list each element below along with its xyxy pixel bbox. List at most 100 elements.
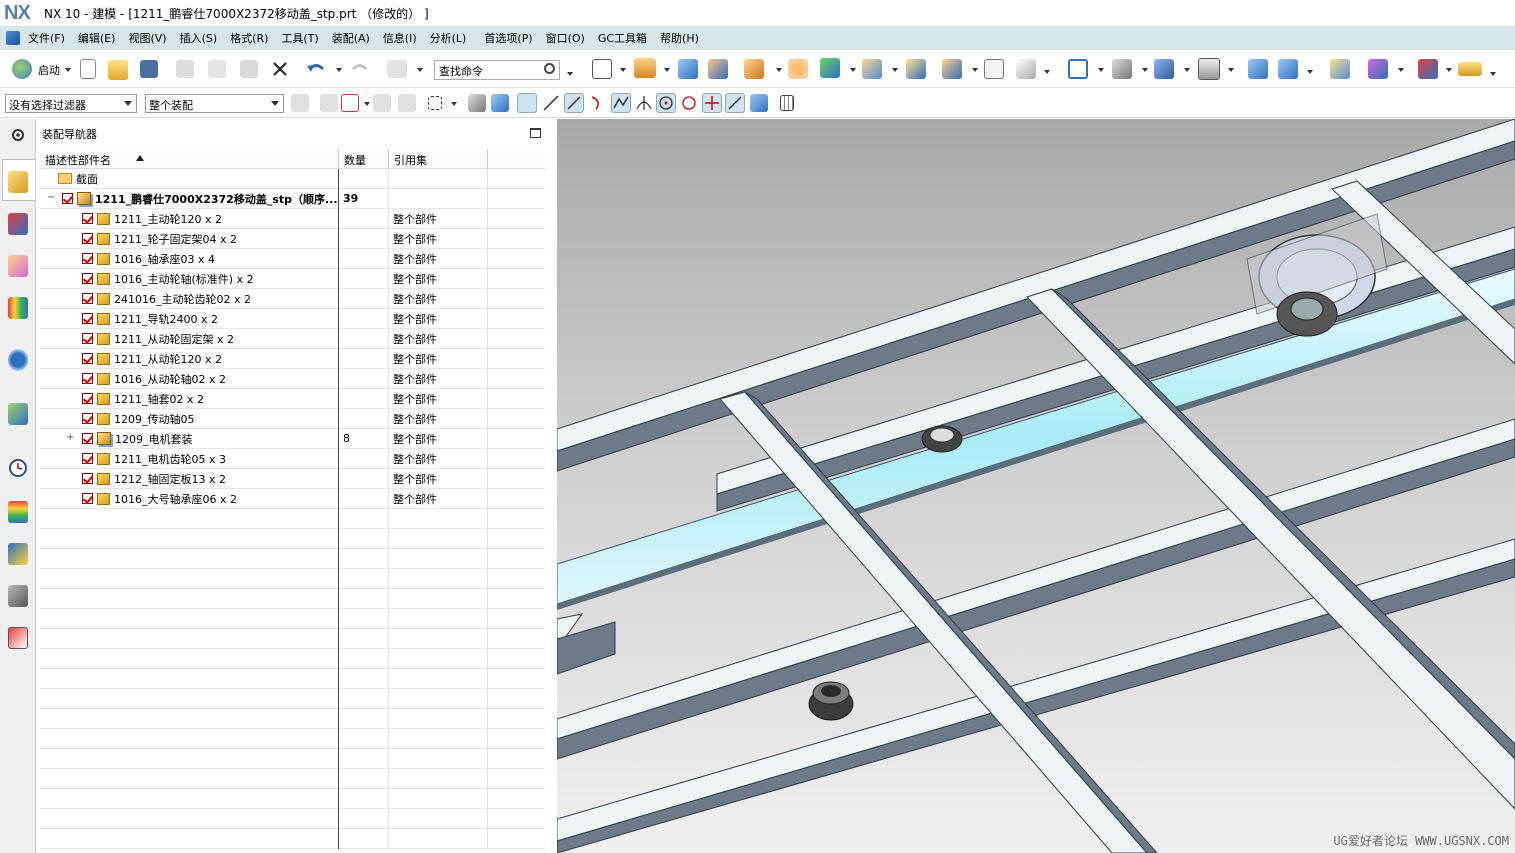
start-dropdown-arrow[interactable] [65, 68, 71, 72]
offset-face-icon[interactable] [906, 59, 926, 79]
visibility-checkbox[interactable] [82, 273, 93, 284]
sync-modeling-dropdown-arrow[interactable] [892, 68, 898, 72]
tree-row[interactable]: 1211_主动轮120 x 2 整个部件 [40, 208, 545, 229]
app-menu-icon[interactable] [6, 31, 20, 45]
tree-row[interactable]: 1211_轴套02 x 2 整个部件 [40, 388, 545, 409]
visibility-checkbox[interactable] [62, 193, 73, 204]
column-header-reference-set[interactable]: 引用集 [389, 149, 488, 168]
draft-icon[interactable] [1016, 59, 1036, 79]
tree-row[interactable]: 1211_轮子固定架04 x 2 整个部件 [40, 228, 545, 249]
menu-help[interactable]: 帮助(H) [660, 30, 699, 46]
pattern-dropdown-arrow[interactable] [776, 68, 782, 72]
snap-point-on-face-icon[interactable] [750, 94, 768, 112]
undo-dropdown-arrow[interactable] [336, 68, 342, 72]
boolean-dropdown-arrow[interactable] [850, 68, 856, 72]
part-navigator-icon[interactable] [8, 255, 28, 277]
menu-assembly[interactable]: 装配(A) [332, 30, 370, 46]
repeat-dropdown-arrow[interactable] [417, 68, 423, 72]
menu-information[interactable]: 信息(I) [383, 30, 417, 46]
undo-icon[interactable] [306, 60, 326, 78]
maximize-panel-button[interactable] [530, 128, 541, 138]
open-folder-icon[interactable] [108, 60, 128, 80]
visibility-checkbox[interactable] [82, 373, 93, 384]
tree-row[interactable]: +1209_电机套装 8 整个部件 [40, 428, 545, 449]
command-finder-dropdown-arrow[interactable] [567, 72, 573, 76]
paste-icon[interactable] [240, 60, 258, 78]
pattern-geometry-icon[interactable] [788, 59, 808, 79]
pattern-feature-icon[interactable] [744, 59, 764, 79]
start-icon[interactable] [12, 59, 32, 79]
component-filter-icon[interactable] [491, 94, 509, 112]
repeat-command-icon[interactable] [387, 60, 407, 78]
sync-modeling-icon[interactable] [862, 59, 882, 79]
wcs-icon[interactable] [1418, 59, 1438, 79]
role-icon[interactable] [8, 627, 28, 649]
model-view-3d[interactable] [557, 119, 1515, 853]
save-icon[interactable] [140, 60, 158, 78]
sketch-icon[interactable] [592, 59, 612, 79]
delete-icon[interactable] [271, 60, 289, 78]
background-dropdown-arrow[interactable] [1228, 68, 1234, 72]
graphics-window[interactable]: UG爱好者论坛 WWW.UGSNX.COM [557, 119, 1515, 853]
tree-row[interactable]: 1016_主动轮轴(标准件) x 2 整个部件 [40, 268, 545, 289]
render-style-dropdown-arrow[interactable] [1142, 68, 1148, 72]
settings-gear-icon[interactable] [8, 125, 28, 147]
menu-format[interactable]: 格式(R) [230, 30, 268, 46]
visibility-checkbox[interactable] [82, 313, 93, 324]
tree-row[interactable]: − 1211_鹏睿仕7000X2372移动盖_stp（顺序... 39 [40, 188, 545, 209]
orient-view-dropdown-arrow[interactable] [1184, 68, 1190, 72]
visibility-checkbox[interactable] [82, 393, 93, 404]
visibility-checkbox[interactable] [82, 453, 93, 464]
column-header-part-name[interactable]: 描述性部件名 [40, 149, 339, 168]
tree-row[interactable]: 1016_轴承座03 x 4 整个部件 [40, 248, 545, 269]
measure-icon[interactable] [1330, 59, 1350, 79]
snap-existing-point-icon[interactable] [702, 93, 722, 113]
background-icon[interactable] [1198, 58, 1220, 80]
orient-view-icon[interactable] [1154, 59, 1174, 79]
snap-midpoint-icon[interactable] [564, 93, 584, 113]
menu-file[interactable]: 文件(F) [28, 30, 65, 46]
select-all-icon[interactable] [398, 94, 416, 112]
new-file-icon[interactable] [80, 59, 96, 79]
visibility-checkbox[interactable] [82, 433, 93, 444]
reuse-library-icon[interactable] [8, 297, 28, 319]
tree-row[interactable]: 1016_大号轴承座06 x 2 整个部件 [40, 488, 545, 509]
web-browser-icon[interactable] [8, 403, 28, 425]
snap-point-on-curve-icon[interactable] [725, 93, 745, 113]
copy-icon[interactable] [208, 60, 226, 78]
manufacturing-wizard-icon[interactable] [8, 585, 28, 607]
draft-dropdown-arrow[interactable] [1044, 70, 1050, 74]
tree-row[interactable]: 1212_轴固定板13 x 2 整个部件 [40, 468, 545, 489]
select-box-dropdown-arrow[interactable] [364, 102, 370, 106]
tree-row[interactable]: 1209_传动轴05 整个部件 [40, 408, 545, 429]
selection-scope-select[interactable]: 整个装配 [145, 94, 284, 113]
snap-line-icon[interactable] [541, 93, 561, 113]
column-header-quantity[interactable]: 数量 [339, 149, 389, 168]
tree-row[interactable]: 1211_从动轮120 x 2 整个部件 [40, 348, 545, 369]
menu-view[interactable]: 视图(V) [128, 30, 166, 46]
visibility-checkbox[interactable] [82, 473, 93, 484]
command-finder-input[interactable]: 查找命令 [434, 60, 560, 80]
system-materials-icon[interactable] [8, 501, 28, 523]
process-studio-icon[interactable] [8, 543, 28, 565]
cut-icon[interactable] [176, 60, 194, 78]
hole-icon[interactable] [708, 59, 728, 79]
constraint-navigator-icon[interactable] [8, 213, 28, 235]
visibility-checkbox[interactable] [82, 333, 93, 344]
fit-view-icon[interactable] [1068, 59, 1088, 79]
menu-tools[interactable]: 工具(T) [281, 30, 318, 46]
snap-intersection-icon[interactable] [634, 93, 654, 113]
general-selection-icon[interactable] [291, 94, 309, 112]
menu-window[interactable]: 窗口(O) [546, 30, 585, 46]
render-style-icon[interactable] [1112, 59, 1132, 79]
ruler-dropdown-arrow[interactable] [1490, 72, 1496, 76]
shell-icon[interactable] [942, 59, 962, 79]
tree-row[interactable]: 1211_导轨2400 x 2 整个部件 [40, 308, 545, 329]
history-clock-icon[interactable] [8, 457, 28, 479]
wcs-dropdown-arrow[interactable] [1446, 68, 1452, 72]
menu-preferences[interactable]: 首选项(P) [484, 30, 532, 46]
type-filter-select[interactable]: 没有选择过滤器 [5, 94, 137, 113]
visibility-checkbox[interactable] [82, 233, 93, 244]
tree-row[interactable]: 241016_主动轮齿轮02 x 2 整个部件 [40, 288, 545, 309]
select-box-icon[interactable] [341, 94, 359, 112]
